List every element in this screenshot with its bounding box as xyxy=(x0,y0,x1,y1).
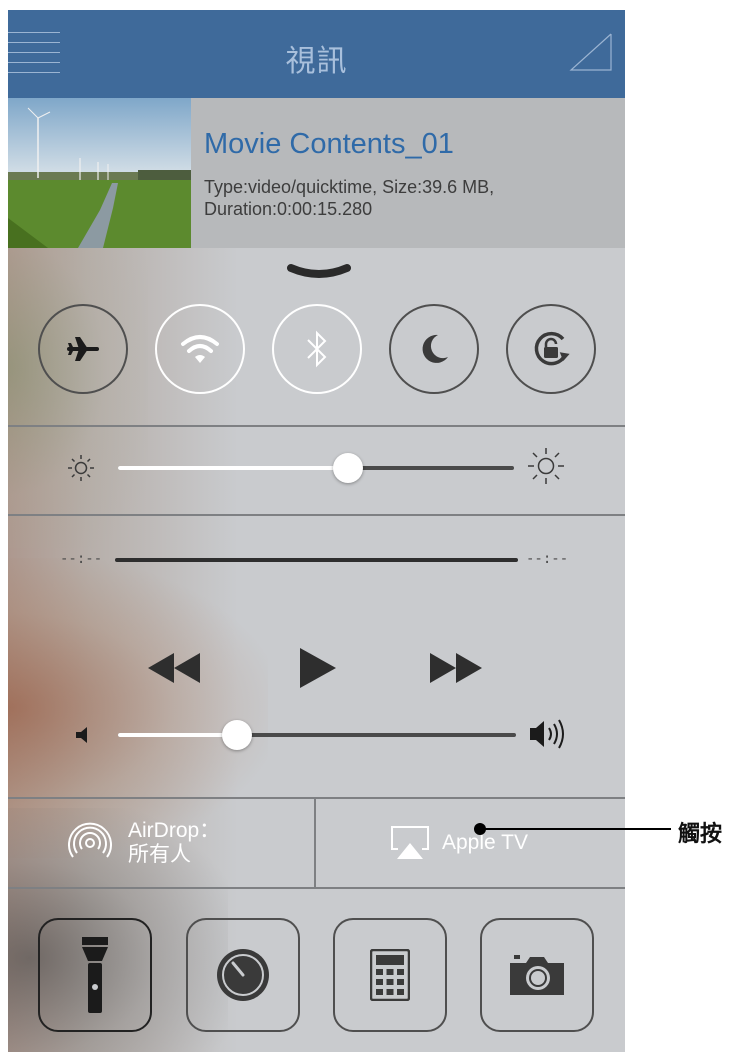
volume-slider-thumb[interactable] xyxy=(222,720,252,750)
volume-high-icon xyxy=(530,719,564,749)
control-center: --:-- --:-- AirDrop： 所有人 Apple TV xyxy=(8,248,625,1052)
divider xyxy=(8,887,625,889)
wifi-toggle[interactable] xyxy=(155,304,245,394)
camera-button[interactable] xyxy=(480,918,594,1032)
volume-slider[interactable] xyxy=(118,719,516,751)
video-title: Movie Contents_01 xyxy=(204,128,454,160)
sun-large-icon xyxy=(528,448,564,484)
rotation-lock-toggle[interactable] xyxy=(506,304,596,394)
brightness-slider-thumb[interactable] xyxy=(333,453,363,483)
wifi-icon xyxy=(181,335,219,363)
timer-icon xyxy=(217,949,269,1001)
rewind-icon[interactable] xyxy=(148,653,200,683)
media-progress-bar[interactable] xyxy=(115,557,518,563)
fast-forward-icon[interactable] xyxy=(430,653,482,683)
airdrop-visibility: 所有人 xyxy=(128,843,191,866)
airplay-label: Apple TV xyxy=(442,831,528,854)
airdrop-icon xyxy=(68,822,112,858)
airdrop-label: AirDrop： xyxy=(128,819,221,842)
airplay-icon xyxy=(391,826,429,859)
callout-dot xyxy=(474,823,486,835)
page-title: 視訊 xyxy=(285,44,348,79)
navigation-bar: 視訊 xyxy=(8,10,625,98)
bluetooth-toggle[interactable] xyxy=(272,304,362,394)
toggle-row xyxy=(38,304,598,394)
camera-icon xyxy=(510,955,564,995)
flashlight-icon xyxy=(82,937,108,1013)
callout-label: 觸按 xyxy=(678,822,723,847)
callout-line xyxy=(481,828,671,830)
remaining-time: --:-- xyxy=(526,551,569,567)
do-not-disturb-toggle[interactable] xyxy=(389,304,479,394)
airplane-mode-toggle[interactable] xyxy=(38,304,128,394)
divider xyxy=(8,514,625,516)
sun-small-icon xyxy=(68,455,94,481)
calculator-button[interactable] xyxy=(333,918,447,1032)
video-list-item[interactable]: Movie Contents_01 Type:video/quicktime, … xyxy=(8,98,625,248)
video-metadata: Type:video/quicktime, Size:39.6 MB, Dura… xyxy=(204,177,495,219)
rotation-lock-icon xyxy=(534,331,570,366)
airplane-icon xyxy=(67,337,99,361)
airplay-button[interactable]: Apple TV xyxy=(316,799,625,887)
elapsed-time: --:-- xyxy=(60,551,103,567)
divider xyxy=(8,425,625,427)
grabber-chevron-icon[interactable] xyxy=(287,262,351,284)
bluetooth-icon xyxy=(307,330,327,368)
brightness-slider[interactable] xyxy=(118,452,514,484)
triangle-corner-icon[interactable] xyxy=(569,32,613,72)
volume-low-icon xyxy=(76,727,87,743)
timer-button[interactable] xyxy=(186,918,300,1032)
moon-icon xyxy=(422,334,448,363)
device-screen: 視訊 Movie Contents_01 Type:video/quicktim… xyxy=(8,10,625,1052)
video-thumbnail xyxy=(8,98,191,248)
flashlight-button[interactable] xyxy=(38,918,152,1032)
calculator-icon xyxy=(370,949,410,1001)
airdrop-button[interactable]: AirDrop： 所有人 xyxy=(8,799,314,887)
play-icon[interactable] xyxy=(300,648,336,688)
